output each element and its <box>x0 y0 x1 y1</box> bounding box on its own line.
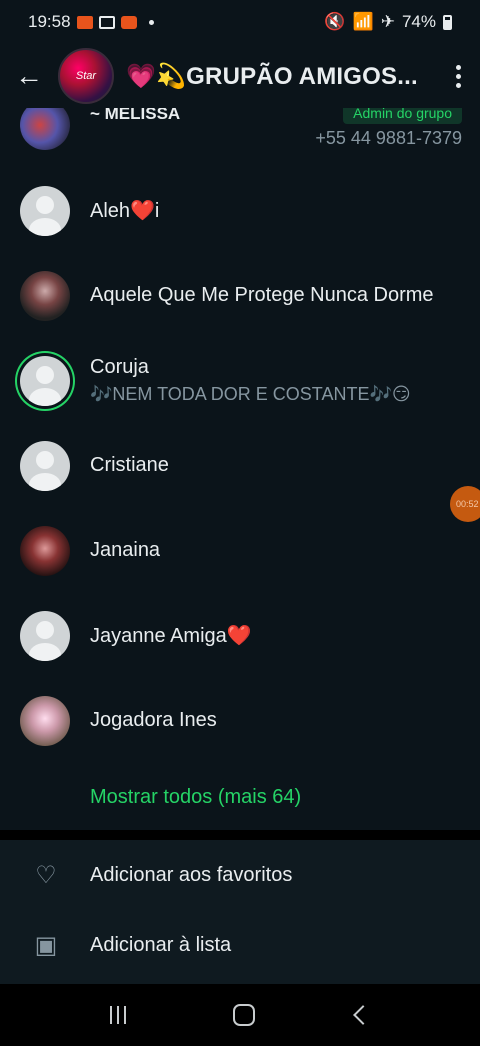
member-name: Janaina <box>90 539 161 561</box>
gallery-icon <box>98 15 115 29</box>
recent-apps-icon[interactable] <box>110 1006 132 1024</box>
member-row[interactable]: Aleh❤️i <box>0 168 480 253</box>
group-avatar[interactable]: Star <box>58 48 114 104</box>
back-icon[interactable] <box>352 1005 373 1025</box>
member-row-melissa[interactable]: ~ MELISSA Admin do grupo +55 44 9881-737… <box>0 108 480 175</box>
member-row[interactable]: Aquele Que Me Protege Nunca Dorme <box>0 253 480 338</box>
member-row[interactable]: Janaina <box>0 508 480 593</box>
actions-section: ♡ Adicionar aos favoritos ▣ Adicionar à … <box>0 840 480 984</box>
member-name: ~ MELISSA <box>90 108 181 123</box>
members-list: ~ MELISSA Admin do grupo +55 44 9881-737… <box>0 108 480 830</box>
member-row[interactable]: Jogadora Ines <box>0 678 480 763</box>
status-bar: 19:58 🔇 📶 ✈ 74% <box>0 0 480 44</box>
list-add-icon: ▣ <box>34 931 58 959</box>
member-row[interactable]: Jayanne Amiga❤️ <box>0 593 480 678</box>
member-row[interactable]: Coruja 🎶NEM TODA DOR E COSTANTE🎶😏 <box>0 338 480 423</box>
app-notification-icon <box>120 15 137 29</box>
section-divider <box>0 830 480 840</box>
avatar <box>20 610 70 661</box>
battery-icon <box>443 14 452 30</box>
action-label: Adicionar aos favoritos <box>90 863 293 886</box>
avatar <box>20 108 70 150</box>
add-to-list-button[interactable]: ▣ Adicionar à lista <box>0 910 480 980</box>
admin-badge: Admin do grupo <box>343 108 462 124</box>
member-phone: +55 44 9881-7379 <box>315 128 462 148</box>
member-status: 🎶NEM TODA DOR E COSTANTE🎶😏 <box>90 384 411 404</box>
show-all-members-link[interactable]: Mostrar todos (mais 64) <box>90 786 301 809</box>
back-arrow-icon[interactable]: ← <box>0 44 58 108</box>
avatar <box>20 440 70 491</box>
add-to-favorites-button[interactable]: ♡ Adicionar aos favoritos <box>0 840 480 910</box>
member-name: Coruja <box>90 356 149 378</box>
group-title[interactable]: 💗💫GRUPÃO AMIGOS... <box>126 62 426 91</box>
system-nav-bar <box>0 984 480 1046</box>
avatar <box>20 185 70 236</box>
airplane-icon: ✈ <box>380 12 395 31</box>
member-name: Jayanne Amiga❤️ <box>90 625 252 647</box>
member-name: Cristiane <box>90 454 169 476</box>
mute-icon: 🔇 <box>324 12 346 31</box>
action-label: Adicionar à lista <box>90 933 232 956</box>
avatar <box>20 525 70 576</box>
avatar <box>20 270 70 321</box>
home-icon[interactable] <box>232 1004 255 1026</box>
member-name: Jogadora Ines <box>90 709 217 731</box>
app-bar: ← Star 💗💫GRUPÃO AMIGOS... <box>0 44 480 108</box>
more-notifications-icon <box>148 19 154 25</box>
member-name: Aleh❤️i <box>90 200 160 222</box>
screen-record-icon <box>76 15 93 29</box>
member-row[interactable]: Cristiane <box>0 423 480 508</box>
battery-level: 74% <box>401 12 436 31</box>
heart-outline-icon: ♡ <box>35 861 57 889</box>
floating-timer-bubble[interactable]: 00:52 <box>450 486 480 522</box>
avatar-with-status <box>20 355 70 406</box>
overflow-menu-icon[interactable] <box>436 64 480 88</box>
wifi-icon: 📶 <box>352 12 374 31</box>
clock: 19:58 <box>28 12 71 31</box>
member-name: Aquele Que Me Protege Nunca Dorme <box>90 284 434 306</box>
avatar <box>20 695 70 746</box>
